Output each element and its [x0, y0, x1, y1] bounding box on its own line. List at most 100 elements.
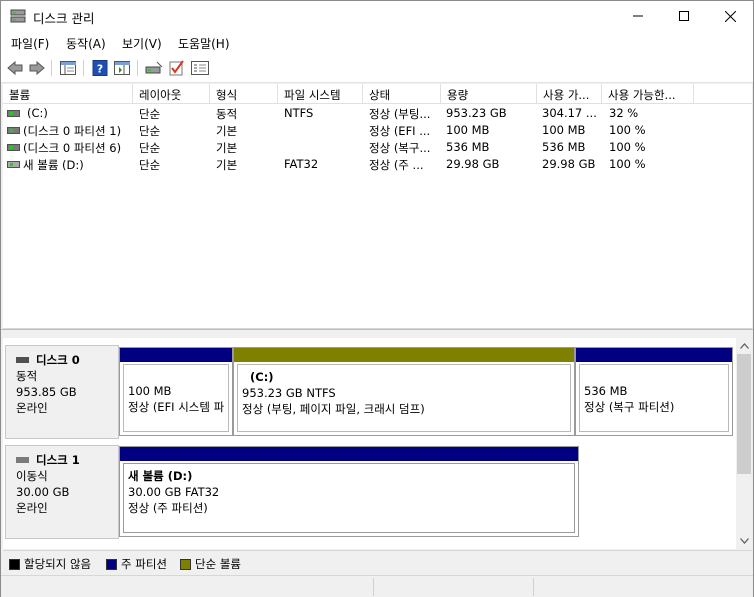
scroll-down-button[interactable]	[736, 533, 752, 549]
check-button[interactable]	[167, 59, 187, 77]
disk-0-state: 온라인	[16, 401, 48, 415]
volume-free-space: 100 MB	[542, 123, 586, 137]
legend-simple-volume: 단순 볼륨	[180, 556, 241, 572]
action-pane-icon	[114, 61, 130, 75]
volume-capacity: 100 MB	[446, 123, 490, 137]
scroll-thumb[interactable]	[737, 354, 751, 474]
volume-list: 볼륨 레이아웃 형식 파일 시스템 상태 용량 사용 가... 사용 가능한..…	[3, 84, 752, 329]
check-icon	[169, 60, 184, 76]
disk-1-info[interactable]: 디스크 1 이동식 30.00 GB 온라인	[5, 445, 119, 539]
menu-bar: 파일(F) 동작(A) 보기(V) 도움말(H)	[1, 31, 753, 53]
scroll-up-button[interactable]	[736, 338, 752, 354]
action-pane-button[interactable]	[112, 59, 132, 77]
disk-management-app-icon	[10, 9, 26, 23]
partition-size: 536 MB	[584, 384, 628, 398]
partition-bar	[120, 348, 232, 362]
partition-size: 100 MB	[128, 384, 172, 398]
disk-1-type: 이동식	[16, 469, 48, 483]
legend-label: 할당되지 않음	[24, 557, 92, 571]
chevron-down-icon	[739, 538, 749, 544]
column-header-capacity[interactable]: 용량	[441, 84, 537, 104]
disk-view-scrollbar[interactable]	[736, 338, 752, 549]
svg-text:?: ?	[97, 63, 103, 76]
maximize-icon	[679, 11, 689, 21]
partition-recovery[interactable]: 536 MB 정상 (복구 파티션)	[575, 347, 733, 436]
show-hide-console-tree-icon	[60, 61, 76, 75]
minimize-button[interactable]	[615, 1, 661, 31]
close-button[interactable]	[707, 1, 753, 31]
volume-capacity: 29.98 GB	[446, 157, 500, 171]
partition-status: 정상 (EFI 시스템 파	[128, 400, 225, 414]
help-button[interactable]: ?	[90, 59, 110, 77]
partition-d[interactable]: 새 볼륨 (D:) 30.00 GB FAT32 정상 (주 파티션)	[119, 446, 579, 537]
volume-file-system: FAT32	[284, 157, 319, 171]
column-header-volume[interactable]: 볼륨	[3, 84, 133, 104]
removable-disk-icon	[16, 457, 29, 463]
volume-status: 정상 (복구...	[369, 141, 431, 155]
disk-0-type: 동적	[16, 369, 38, 383]
maximize-button[interactable]	[661, 1, 707, 31]
partition-status: 정상 (복구 파티션)	[584, 400, 675, 414]
disk-management-window: 디스크 관리 파일(F) 동작(A) 보기(V) 도움말(H) ? 볼륨 레이아…	[0, 0, 754, 597]
menu-help[interactable]: 도움말(H)	[178, 35, 230, 52]
partition-status: 정상 (주 파티션)	[128, 501, 208, 515]
volume-type: 기본	[216, 141, 238, 155]
volume-percent-free: 100 %	[609, 123, 646, 137]
volume-type: 기본	[216, 158, 238, 172]
help-icon: ?	[92, 60, 108, 76]
status-bar-divider	[533, 578, 534, 596]
menu-action[interactable]: 동작(A)	[66, 35, 106, 52]
partition-status: 정상 (부팅, 페이지 파일, 크래시 덤프)	[242, 402, 425, 416]
volume-name: (C:)	[27, 106, 48, 120]
disk-1-title: 디스크 1	[16, 452, 118, 468]
disk-1-size: 30.00 GB	[16, 485, 70, 499]
status-bar-divider	[373, 578, 374, 596]
title-bar: 디스크 관리	[1, 1, 753, 31]
volume-icon	[7, 144, 20, 151]
connect-drive-button[interactable]	[144, 59, 164, 77]
partition-details: 새 볼륨 (D:) 30.00 GB FAT32 정상 (주 파티션)	[123, 463, 575, 533]
column-header-file-system[interactable]: 파일 시스템	[278, 84, 363, 104]
column-header-status[interactable]: 상태	[363, 84, 441, 104]
status-bar	[1, 575, 753, 597]
legend-swatch	[106, 558, 117, 570]
disk-0-title: 디스크 0	[16, 352, 118, 368]
menu-file[interactable]: 파일(F)	[11, 35, 49, 52]
partition-efi[interactable]: 100 MB 정상 (EFI 시스템 파	[119, 347, 233, 436]
disk-1-state: 온라인	[16, 501, 48, 515]
partition-details: 536 MB 정상 (복구 파티션)	[579, 364, 729, 432]
legend-label: 단순 볼륨	[195, 557, 241, 571]
volume-row[interactable]: (디스크 0 파티션 1) 단순 기본 정상 (EFI ... 100 MB 1…	[3, 122, 752, 139]
partition-name: 새 볼륨 (D:)	[128, 469, 193, 483]
volume-row[interactable]: 새 볼륨 (D:) 단순 기본 FAT32 정상 (주 ... 29.98 GB…	[3, 156, 752, 173]
volume-layout: 단순	[139, 141, 161, 155]
partition-details: 100 MB 정상 (EFI 시스템 파	[123, 364, 229, 432]
forward-button[interactable]	[27, 59, 47, 77]
show-hide-console-tree-button[interactable]	[58, 59, 78, 77]
column-header-layout[interactable]: 레이아웃	[133, 84, 210, 104]
back-icon	[7, 61, 23, 75]
properties-button[interactable]	[190, 59, 210, 77]
connect-drive-icon	[145, 61, 163, 74]
volume-percent-free: 100 %	[609, 157, 646, 171]
disk-0-info[interactable]: 디스크 0 동적 953.85 GB 온라인	[5, 345, 119, 439]
disk-0-name: 디스크 0	[36, 353, 80, 367]
menu-view[interactable]: 보기(V)	[122, 35, 162, 52]
column-header-type[interactable]: 형식	[210, 84, 278, 104]
volume-percent-free: 32 %	[609, 106, 639, 120]
volume-free-space: 29.98 GB	[542, 157, 596, 171]
partition-size: 30.00 GB FAT32	[128, 485, 220, 499]
properties-icon	[191, 61, 209, 75]
volume-free-space: 536 MB	[542, 140, 586, 154]
volume-layout: 단순	[139, 124, 161, 138]
back-button[interactable]	[5, 59, 25, 77]
volume-row[interactable]: (디스크 0 파티션 6) 단순 기본 정상 (복구... 536 MB 536…	[3, 139, 752, 156]
partition-c[interactable]: (C:) 953.23 GB NTFS 정상 (부팅, 페이지 파일, 크래시 …	[233, 347, 575, 436]
column-header-free-space[interactable]: 사용 가...	[537, 84, 602, 104]
chevron-up-icon	[739, 343, 749, 349]
pane-splitter[interactable]	[1, 329, 753, 337]
volume-row[interactable]: (C:) 단순 동적 NTFS 정상 (부팅... 953.23 GB 304.…	[3, 105, 752, 122]
column-header-percent-free[interactable]: 사용 가능한...	[602, 84, 694, 104]
disk-1-name: 디스크 1	[36, 453, 80, 467]
column-header-filler	[694, 84, 752, 104]
